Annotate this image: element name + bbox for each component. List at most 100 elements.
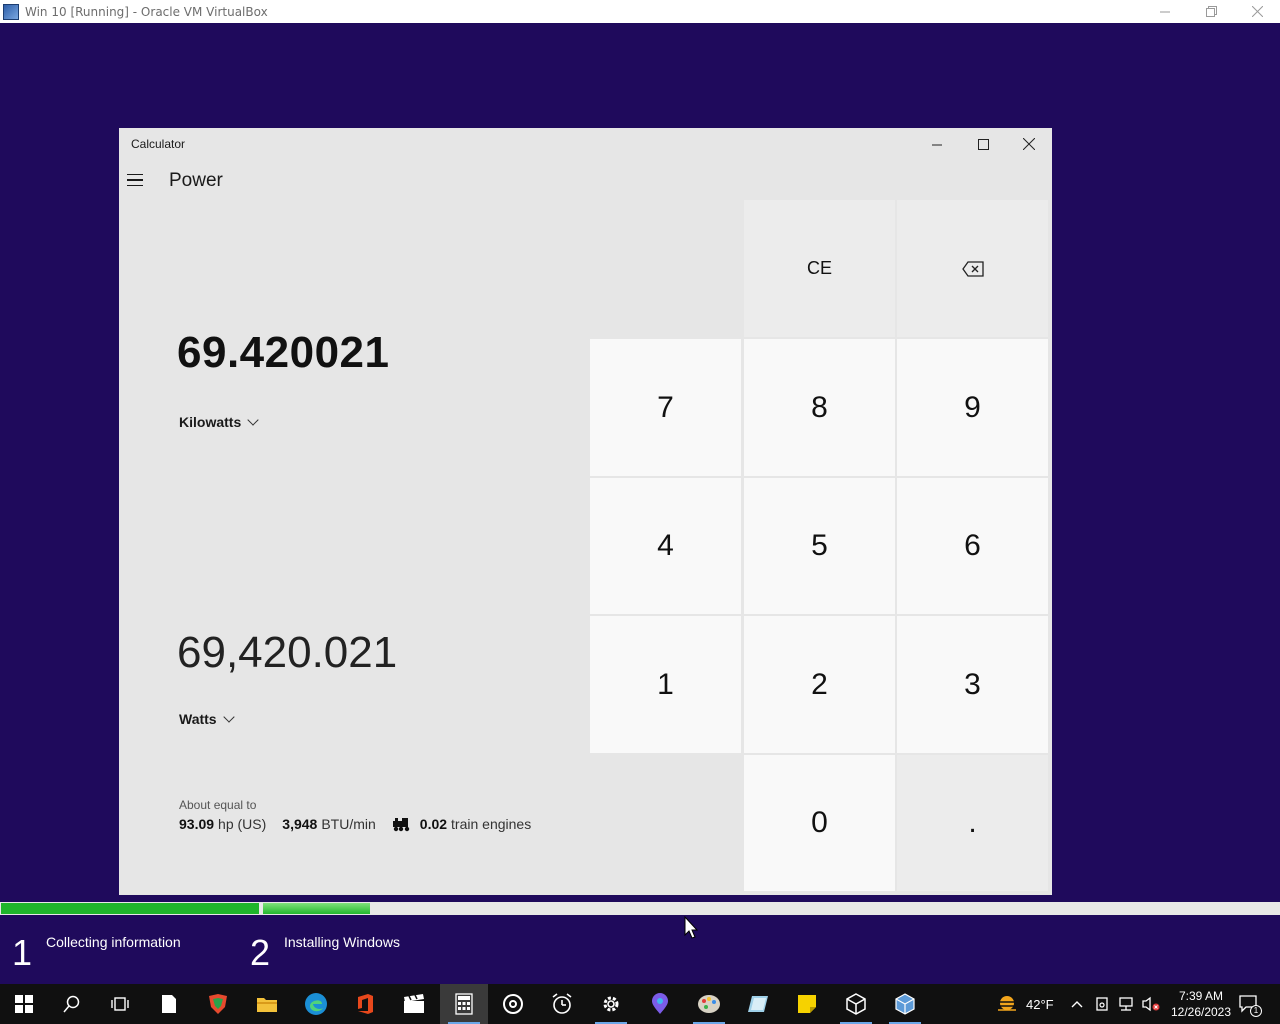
key-7[interactable]: 7 — [590, 339, 741, 476]
action-center-button[interactable]: 1 — [1238, 984, 1262, 1024]
search-button[interactable] — [48, 984, 96, 1024]
step-number: 2 — [250, 932, 271, 973]
equivalents-row: 93.09 hp (US) 3,948 BTU/min 0.02 train engi… — [179, 816, 531, 832]
backspace-icon — [961, 260, 984, 277]
virtualbox-window-title: Win 10 [Running] - Oracle VM VirtualBox — [25, 4, 268, 19]
weather-widget[interactable]: 42°F — [994, 984, 1054, 1024]
step-label: Installing Windows — [284, 934, 400, 950]
gear-icon — [603, 996, 619, 1012]
sticky-note-icon — [798, 995, 816, 1013]
calculator-window-title: Calculator — [131, 137, 186, 151]
taskbar-video-editor[interactable] — [390, 984, 438, 1024]
key-8[interactable]: 8 — [744, 339, 895, 476]
about-equal-label: About equal to — [179, 798, 257, 812]
taskbar-sticky-notes[interactable] — [783, 984, 831, 1024]
taskbar-alarms[interactable] — [538, 984, 586, 1024]
setup-progress-step1 — [1, 903, 259, 914]
volume-muted-icon — [1142, 996, 1160, 1012]
step-number: 1 — [12, 932, 33, 973]
paper-icon — [748, 996, 768, 1012]
clock-time: 7:39 AM — [1178, 989, 1224, 1003]
equivalent-btu: 3,948 BTU/min — [282, 816, 376, 832]
chevron-down-icon — [222, 711, 235, 723]
taskbar-notepad[interactable] — [145, 984, 193, 1024]
taskbar: 42°F 7:39 AM 12/26/2023 1 — [0, 984, 1280, 1024]
calc-close-button[interactable] — [1006, 128, 1052, 160]
paint-palette-icon — [698, 995, 720, 1013]
virtualbox-title-bar: Win 10 [Running] - Oracle VM VirtualBox — [0, 0, 1280, 23]
tray-volume[interactable] — [1141, 984, 1161, 1024]
system-clock[interactable]: 7:39 AM 12/26/2023 — [1166, 988, 1236, 1020]
key-4[interactable]: 4 — [590, 478, 741, 614]
taskbar-app-shield[interactable] — [194, 984, 242, 1024]
start-button[interactable] — [0, 984, 48, 1024]
restore-icon — [1205, 6, 1217, 17]
step-label: Collecting information — [46, 934, 181, 950]
device-icon — [1096, 997, 1108, 1011]
taskbar-app-paper[interactable] — [734, 984, 782, 1024]
tray-usb-device[interactable] — [1094, 984, 1110, 1024]
maximize-icon — [977, 138, 989, 150]
key-1[interactable]: 1 — [590, 616, 741, 753]
map-pin-icon — [652, 993, 668, 1014]
train-icon — [392, 818, 409, 832]
mouse-cursor-icon — [684, 916, 698, 939]
host-restore-button[interactable] — [1188, 0, 1234, 23]
close-icon — [1023, 138, 1035, 150]
converter-mode-title: Power — [169, 170, 223, 191]
taskbar-file-explorer[interactable] — [243, 984, 291, 1024]
decimal-point-button[interactable]: . — [897, 755, 1048, 891]
tray-network[interactable] — [1117, 984, 1135, 1024]
show-hidden-icons-button[interactable] — [1070, 984, 1084, 1024]
equivalent-train: 0.02 train engines — [392, 816, 531, 832]
document-icon — [162, 995, 176, 1013]
taskbar-maps[interactable] — [636, 984, 684, 1024]
key-9[interactable]: 9 — [897, 339, 1048, 476]
taskbar-groove[interactable] — [489, 984, 537, 1024]
close-icon — [1251, 6, 1263, 17]
hamburger-menu-button[interactable] — [127, 166, 151, 194]
windows-logo-icon — [15, 995, 33, 1013]
host-close-button[interactable] — [1234, 0, 1280, 23]
task-view-button[interactable] — [96, 984, 144, 1024]
key-0[interactable]: 0 — [744, 755, 895, 891]
backspace-button[interactable] — [897, 200, 1048, 337]
taskbar-office[interactable] — [341, 984, 389, 1024]
host-minimize-button[interactable] — [1142, 0, 1188, 23]
chevron-down-icon — [247, 414, 259, 426]
key-3[interactable]: 3 — [897, 616, 1048, 753]
calc-maximize-button[interactable] — [960, 128, 1006, 160]
calculator-window: Calculator Power 69.420021 Kilowatts 69,… — [119, 128, 1052, 895]
taskbar-paint[interactable] — [685, 984, 733, 1024]
calc-minimize-button[interactable] — [914, 128, 960, 160]
input-value[interactable]: 69.420021 — [177, 328, 390, 378]
key-2[interactable]: 2 — [744, 616, 895, 753]
output-value: 69,420.021 — [177, 628, 398, 677]
key-6[interactable]: 6 — [897, 478, 1048, 614]
clock-date: 12/26/2023 — [1170, 1005, 1232, 1019]
network-icon — [1119, 997, 1133, 1011]
minimize-icon — [931, 144, 942, 145]
office-icon — [358, 994, 373, 1014]
weather-temperature: 42°F — [1026, 996, 1054, 1012]
calculator-title-bar[interactable]: Calculator — [119, 128, 1052, 160]
clapperboard-icon — [404, 994, 424, 1013]
minimize-icon — [1159, 11, 1170, 13]
key-5[interactable]: 5 — [744, 478, 895, 614]
edge-icon — [305, 993, 327, 1015]
virtualbox-cube-icon — [895, 993, 915, 1015]
taskbar-settings[interactable] — [587, 984, 635, 1024]
equivalent-hp: 93.09 hp (US) — [179, 816, 267, 832]
taskbar-virtualbox-2[interactable] — [881, 984, 929, 1024]
from-unit-dropdown[interactable]: Kilowatts — [179, 414, 259, 430]
to-unit-dropdown[interactable]: Watts — [179, 711, 235, 727]
calculator-icon — [455, 993, 473, 1015]
chevron-up-icon — [1071, 1001, 1083, 1008]
taskbar-calculator[interactable] — [440, 984, 488, 1024]
search-icon — [63, 995, 80, 1013]
clear-entry-button[interactable]: CE — [744, 200, 895, 337]
taskbar-edge[interactable] — [292, 984, 340, 1024]
virtualbox-icon — [3, 3, 19, 20]
taskbar-virtualbox-1[interactable] — [832, 984, 880, 1024]
from-unit-label: Kilowatts — [179, 414, 242, 430]
